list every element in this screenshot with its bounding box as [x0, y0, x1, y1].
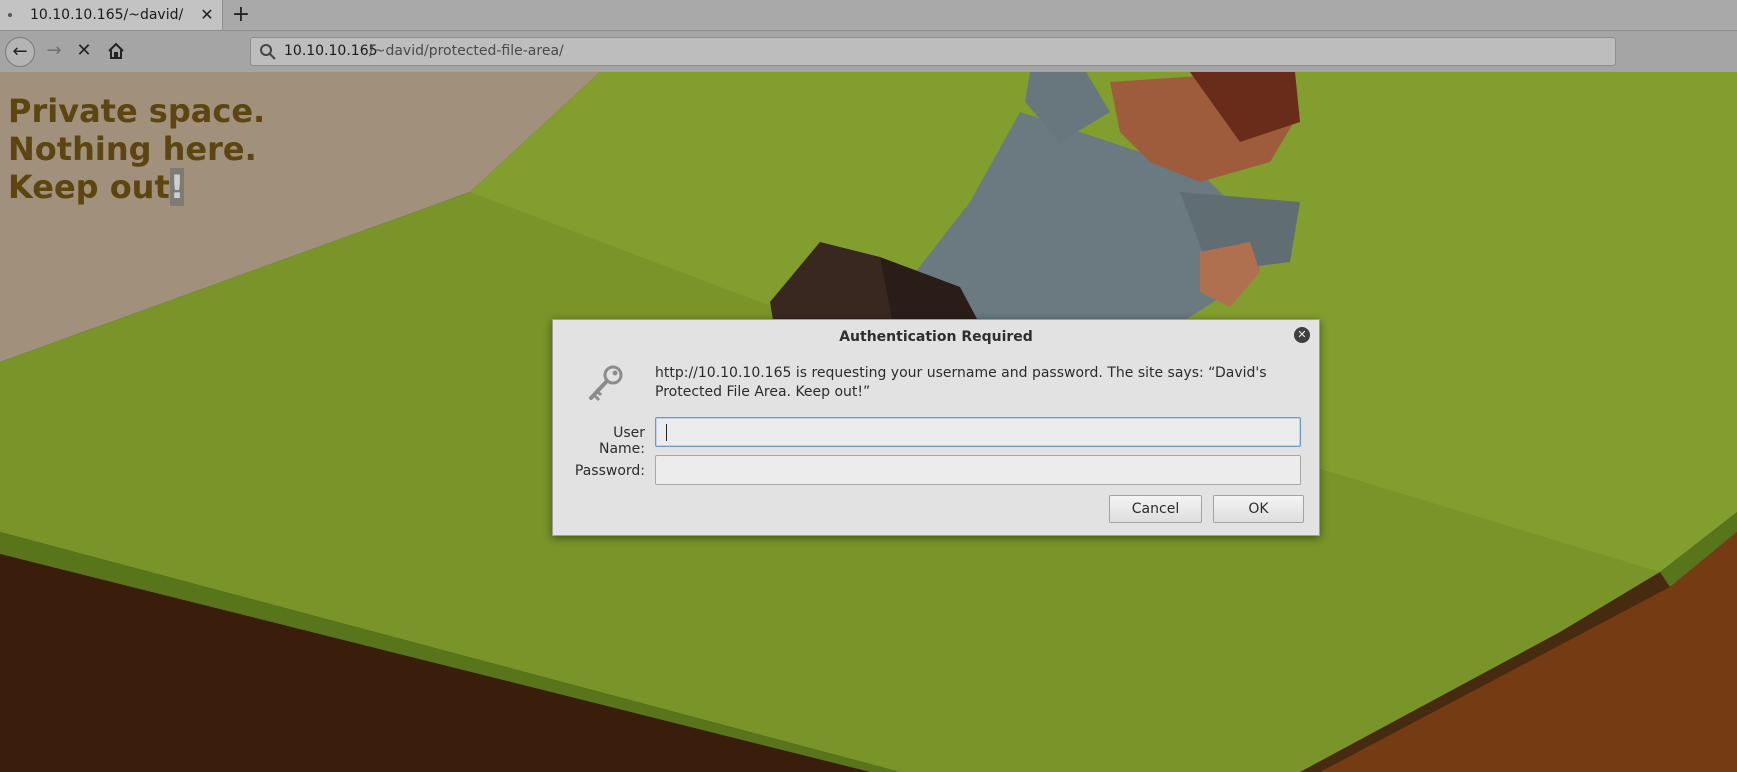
key-icon — [589, 365, 623, 402]
url-path: /~david/protected-file-area/ — [369, 43, 564, 59]
dialog-title: Authentication Required — [839, 329, 1033, 345]
selected-text: ! — [169, 168, 185, 206]
username-label: User Name: — [598, 425, 645, 457]
password-input[interactable] — [655, 455, 1301, 485]
new-tab-button[interactable]: + — [229, 3, 253, 27]
tab-bar: 10.10.10.165/~david/ ✕ + — [0, 0, 1737, 31]
back-button[interactable]: ← — [5, 37, 35, 67]
search-icon — [260, 44, 276, 60]
navigation-bar: ← → ✕ 10.10.10.165 /~david/protected-fil… — [0, 31, 1737, 72]
forward-button[interactable]: → — [40, 37, 68, 65]
ok-button[interactable]: OK — [1213, 495, 1304, 523]
browser-tab[interactable]: 10.10.10.165/~david/ ✕ — [0, 0, 223, 30]
home-button[interactable] — [102, 37, 130, 65]
home-icon — [108, 42, 124, 59]
password-label: Password: — [574, 463, 645, 479]
authentication-dialog: Authentication Required ✕ http://10.10.1… — [552, 319, 1320, 536]
address-bar[interactable]: 10.10.10.165 /~david/protected-file-area… — [250, 37, 1616, 66]
username-input[interactable] — [655, 417, 1301, 447]
cancel-button[interactable]: Cancel — [1109, 495, 1202, 523]
stop-button[interactable]: ✕ — [70, 37, 98, 65]
headline-line: Keep out! — [8, 168, 265, 206]
headline-text: Keep out — [8, 168, 170, 206]
tab-title: 10.10.10.165/~david/ — [30, 7, 184, 23]
close-icon[interactable]: ✕ — [1294, 327, 1310, 343]
close-icon[interactable]: ✕ — [198, 6, 216, 24]
url-host: 10.10.10.165 — [284, 43, 378, 59]
text-cursor — [666, 424, 667, 441]
loading-indicator-icon — [8, 13, 12, 17]
headline-line: Private space. — [8, 92, 266, 130]
dialog-message: http://10.10.10.165 is requesting your u… — [655, 365, 1267, 400]
headline-line: Nothing here. — [8, 130, 257, 168]
page-headline: Private space. Nothing here. Keep out! — [8, 92, 265, 206]
